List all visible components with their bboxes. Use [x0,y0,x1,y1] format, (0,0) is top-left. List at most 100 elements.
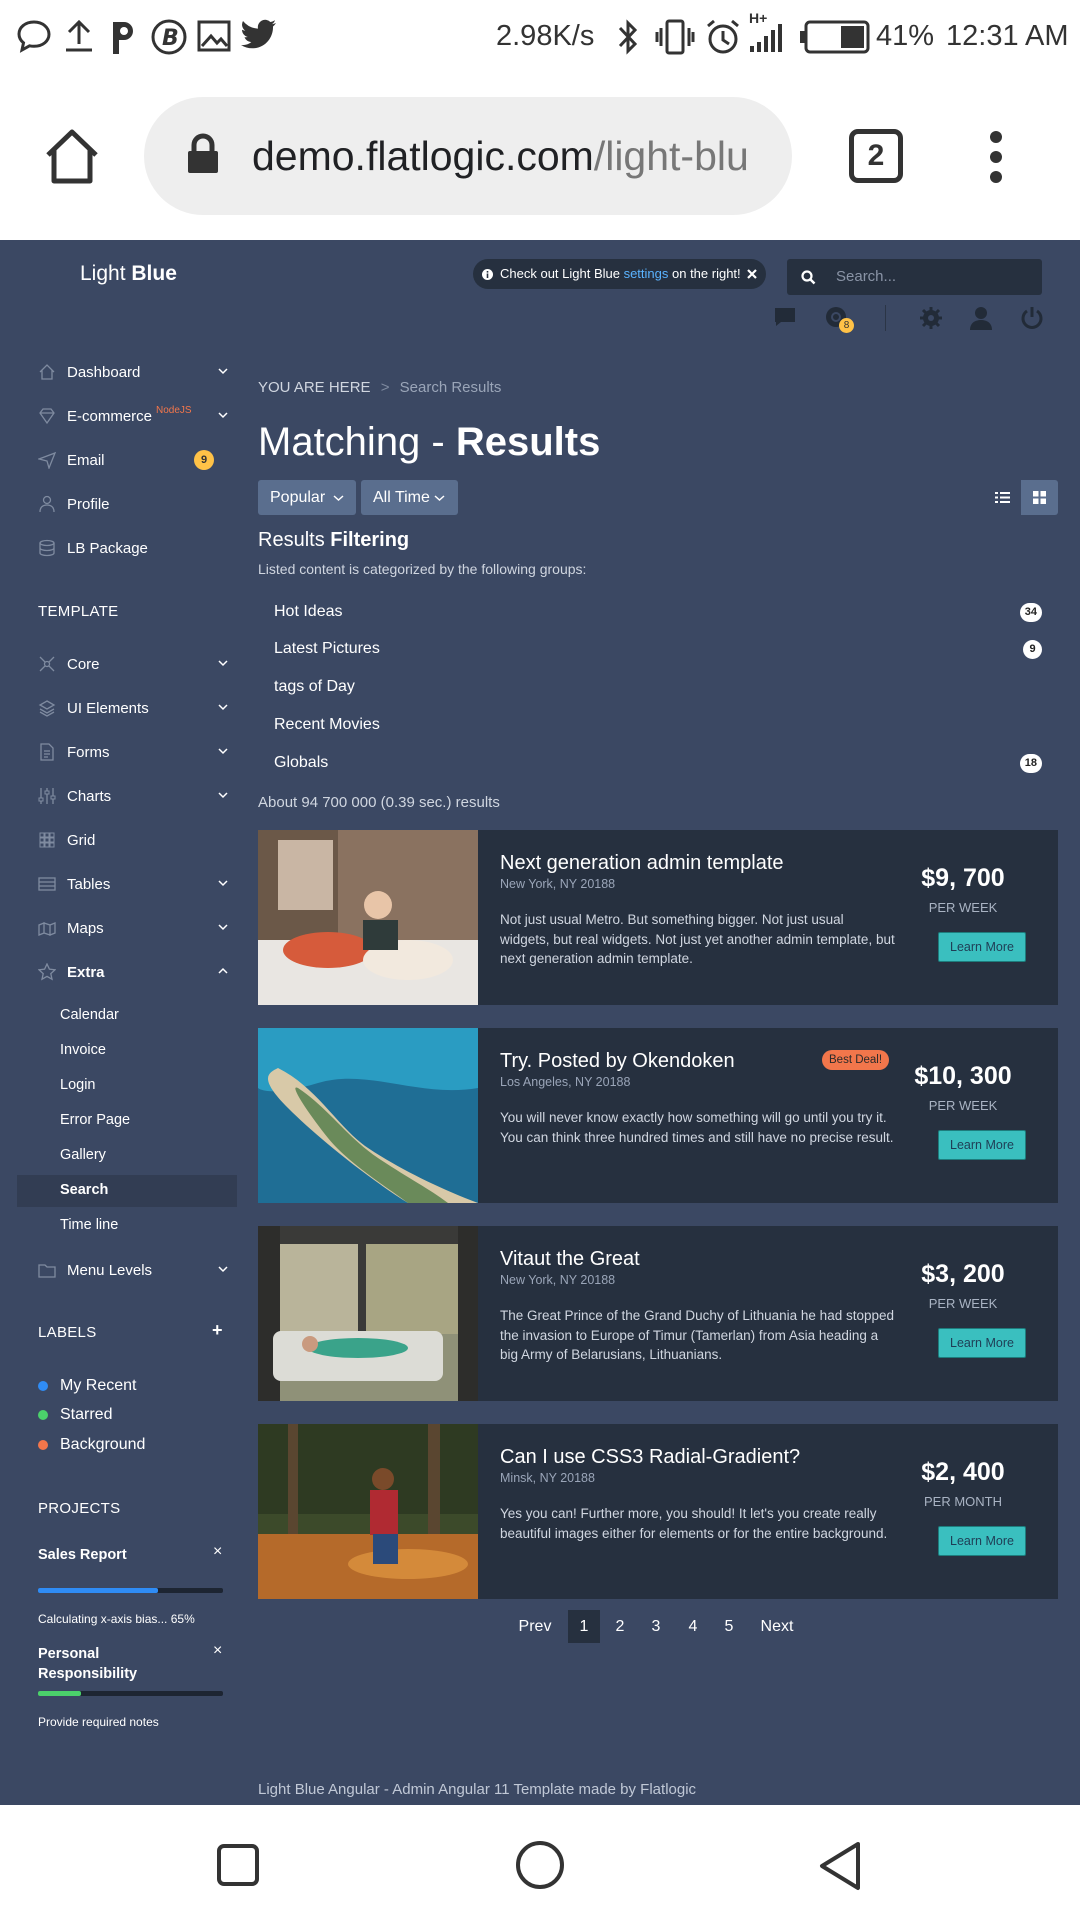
learn-more-button[interactable]: Learn More [938,932,1026,962]
result-title[interactable]: Next generation admin template [500,852,784,875]
add-label-button[interactable]: + [212,1320,223,1341]
sidebar-item-menu-levels[interactable]: Menu Levels [38,1258,228,1282]
sidebar-item-ui-elements[interactable]: UI Elements [38,696,228,720]
sidebar-item-charts[interactable]: Charts [38,784,228,808]
sliders-icon [38,788,56,804]
chevron-down-icon [218,880,228,887]
learn-more-button[interactable]: Learn More [938,1328,1026,1358]
sidebar-item-label: Menu Levels [67,1261,153,1279]
result-image[interactable] [258,1424,478,1599]
sidebar-item-maps[interactable]: Maps [38,916,228,940]
sidebar-item-tables[interactable]: Tables [38,872,228,896]
chevron-down-icon [434,495,445,502]
sidebar-item-label: UI Elements [67,699,149,717]
sidebar-item-core[interactable]: Core [38,652,228,676]
home-circle-icon[interactable] [515,1840,565,1890]
recents-icon[interactable] [216,1843,260,1887]
time-dropdown[interactable]: All Time [361,480,458,515]
project-note: Calculating x-axis bias... 65% [38,1612,195,1626]
result-location: New York, NY 20188 [500,877,616,891]
pagination-page[interactable]: 4 [677,1610,709,1643]
url-path: /light-blu [593,133,749,179]
sidebar-subitem-login[interactable]: Login [60,1077,95,1093]
sidebar-item-ecommerce[interactable]: E-commerce NodeJS [38,404,228,428]
sort-dropdown[interactable]: Popular [258,480,356,515]
learn-more-button[interactable]: Learn More [938,1526,1026,1556]
project-note: Provide required notes [38,1715,159,1729]
search-input[interactable]: Search... [836,268,896,285]
search-box[interactable]: Search... [787,259,1042,295]
filter-group-count: 18 [1019,754,1042,773]
chevron-down-icon [218,748,228,755]
project-close-button[interactable]: × [213,1642,222,1660]
project-close-button[interactable]: × [213,1543,222,1561]
sidebar-item-email[interactable]: Email 9 [38,448,228,472]
close-icon[interactable] [747,269,757,279]
sidebar-item-lb-package[interactable]: LB Package [38,536,228,560]
settings-link[interactable]: settings [624,266,669,281]
label-starred[interactable]: Starred [38,1406,112,1424]
home-icon[interactable] [42,127,102,185]
user-icon[interactable] [969,306,993,330]
label-dot [38,1410,48,1420]
sidebar-subitem-search[interactable]: Search [60,1182,108,1198]
url-text[interactable]: demo.flatlogic.com/light-blu [252,133,777,180]
chevron-down-icon [218,704,228,711]
label-background[interactable]: Background [38,1436,145,1454]
result-image[interactable] [258,1028,478,1203]
android-nav-bar [0,1805,1080,1920]
label-my-recent[interactable]: My Recent [38,1377,136,1395]
pagination-page[interactable]: 2 [604,1610,636,1643]
sidebar-subitem-gallery[interactable]: Gallery [60,1147,106,1163]
result-card: Vitaut the Great New York, NY 20188 The … [258,1226,1058,1401]
filter-group-globals[interactable]: Globals 18 [258,743,1058,780]
sidebar-item-profile[interactable]: Profile [38,492,228,516]
messages-icon[interactable] [773,306,797,328]
pagination-next[interactable]: Next [754,1610,800,1643]
pagination-page[interactable]: 3 [640,1610,672,1643]
sidebar-subitem-timeline[interactable]: Time line [60,1217,118,1233]
result-description: You will never know exactly how somethin… [500,1110,894,1145]
url-domain: demo.flatlogic.com [252,133,594,179]
grid-view-button[interactable] [1021,480,1058,515]
pagination-page[interactable]: 5 [713,1610,745,1643]
result-title[interactable]: Try. Posted by Okendoken [500,1050,735,1073]
clock: 12:31 AM [946,20,1069,52]
filter-group-hot-ideas[interactable]: Hot Ideas 34 [258,594,1058,631]
result-description: Yes you can! Further more, you should! I… [500,1506,888,1541]
sidebar-item-extra[interactable]: Extra [38,960,228,984]
settings-gear-icon[interactable] [919,306,943,330]
filter-group-tags-of-day[interactable]: tags of Day [258,668,1058,705]
label-text: My Recent [60,1377,137,1394]
pagination-page[interactable]: 1 [568,1610,600,1643]
result-title[interactable]: Vitaut the Great [500,1248,640,1271]
filter-group-label: Globals [274,754,329,771]
filter-group-recent-movies[interactable]: Recent Movies [258,705,1058,742]
filter-group-latest-pictures[interactable]: Latest Pictures 9 [258,631,1058,668]
sidebar-item-forms[interactable]: Forms [38,740,228,764]
sidebar-item-dashboard[interactable]: Dashboard [38,360,228,384]
breadcrumb-here: YOU ARE HERE [258,379,371,396]
pagination-prev[interactable]: Prev [512,1610,558,1643]
active-item-highlight [17,1175,237,1207]
info-icon [482,269,493,280]
filtering-subtitle: Listed content is categorized by the fol… [258,561,587,577]
power-icon[interactable] [1020,306,1044,330]
sidebar-item-label: Charts [67,787,112,805]
bluetooth-icon [618,19,638,55]
result-image[interactable] [258,1226,478,1401]
result-image[interactable] [258,830,478,1005]
sidebar-item-label: Dashboard [67,363,141,381]
result-title[interactable]: Can I use CSS3 Radial-Gradient? [500,1446,800,1469]
sidebar-subitem-error-page[interactable]: Error Page [60,1112,130,1128]
sidebar-item-grid[interactable]: Grid [38,828,228,852]
learn-more-button[interactable]: Learn More [938,1130,1026,1160]
list-view-button[interactable] [984,480,1021,515]
back-icon[interactable] [816,1840,864,1892]
more-menu-icon[interactable] [985,129,1007,185]
browser-toolbar: demo.flatlogic.com/light-blu 2 [0,74,1080,240]
sidebar-subitem-calendar[interactable]: Calendar [60,1007,119,1023]
sidebar-subitem-invoice[interactable]: Invoice [60,1042,106,1058]
address-bar[interactable]: demo.flatlogic.com/light-blu [144,97,792,215]
tab-switcher-button[interactable]: 2 [849,129,903,183]
